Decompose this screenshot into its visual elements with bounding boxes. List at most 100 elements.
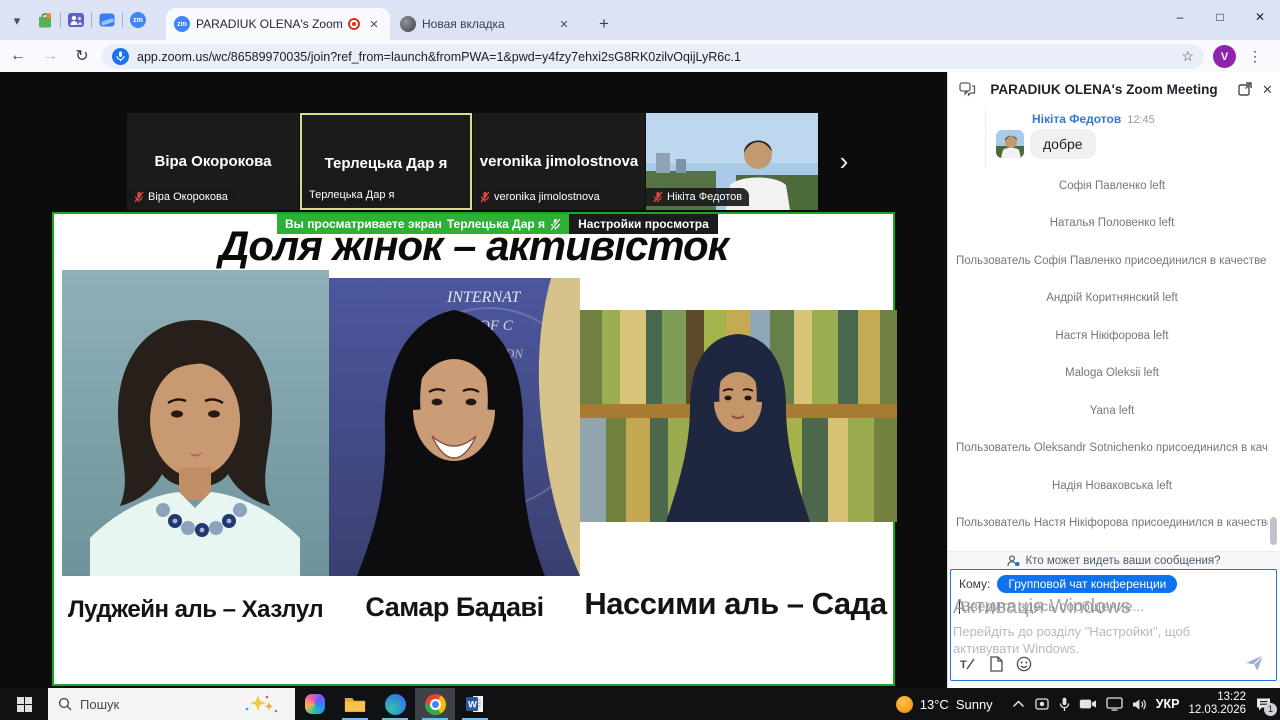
search-icon	[58, 697, 72, 711]
bookmark-star-icon[interactable]: ☆	[1181, 48, 1194, 65]
participant-label: Нікіта Федотов	[646, 188, 749, 206]
zoom-favicon: zm	[174, 16, 190, 32]
browser-toolbar: ← → ↻ app.zoom.us/wc/86589970035/join?re…	[0, 40, 1280, 72]
zoom-icon: zm	[130, 12, 146, 28]
recipient-row: Кому: Групповой чат конференции	[959, 575, 1177, 593]
participant-label: Віра Окорокова	[127, 188, 235, 206]
tab-close-button[interactable]: ✕	[556, 16, 572, 32]
view-options-button[interactable]: Настройки просмотра	[569, 214, 718, 234]
mic-muted-icon	[480, 191, 490, 203]
chrome-icon	[425, 694, 446, 715]
sun-icon	[896, 696, 913, 713]
to-label: Кому:	[959, 577, 990, 591]
photo-samar: INTERNAT OF C RDN	[329, 278, 580, 576]
new-tab-favicon	[400, 16, 416, 32]
person-name-2: Самар Бадаві	[329, 592, 580, 623]
svg-text:W: W	[468, 700, 477, 711]
pinned-tab-teams[interactable]	[61, 6, 91, 34]
next-participants-button[interactable]: ›	[833, 146, 855, 178]
taskbar-chrome-active[interactable]	[415, 688, 455, 720]
browser-tab-active[interactable]: zm PARADIUK OLENA's Zoom M ✕	[166, 8, 390, 40]
tab-title: PARADIUK OLENA's Zoom M	[196, 17, 342, 31]
pinned-tab-zoom[interactable]: zm	[123, 6, 153, 34]
mic-muted-icon	[653, 191, 663, 203]
taskbar-file-explorer[interactable]	[335, 688, 375, 720]
search-highlights-icon	[243, 694, 281, 714]
taskbar-weather[interactable]: 13°C Sunny	[896, 696, 993, 713]
tray-chevron-up-icon[interactable]	[1012, 700, 1025, 708]
format-text-icon[interactable]: T	[959, 656, 976, 672]
tray-mic-icon[interactable]	[1059, 697, 1070, 712]
pop-out-icon[interactable]	[1238, 82, 1252, 96]
chat-title: PARADIUK OLENA's Zoom Meeting	[988, 82, 1220, 97]
maximize-button[interactable]: □	[1200, 0, 1240, 34]
notification-center[interactable]: 1	[1255, 697, 1272, 712]
participant-name: Терлецька Дар я	[302, 155, 470, 172]
mic-muted-icon	[134, 191, 144, 203]
photo-nassima	[580, 310, 897, 522]
system-message: Maloga Oleksii left	[956, 367, 1268, 379]
teams-icon	[67, 11, 85, 29]
system-message: Пользователь Софія Павленко присоединилс…	[956, 255, 1268, 267]
message-input[interactable]: Введите здесь сообщение...	[959, 598, 1144, 614]
message-bubble: добре	[1030, 129, 1096, 159]
chat-bubbles-icon	[959, 82, 976, 97]
close-window-button[interactable]: ✕	[1240, 0, 1280, 34]
forward-button[interactable]: →	[36, 42, 64, 70]
svg-text:INTERNAT: INTERNAT	[446, 289, 521, 306]
back-button[interactable]: ←	[4, 42, 32, 70]
participant-tile-nikita[interactable]: Нікіта Федотов	[646, 113, 818, 210]
browser-profile-avatar[interactable]: V	[1213, 45, 1236, 68]
pinned-tab-app[interactable]	[92, 6, 122, 34]
screen: ▾	[0, 0, 1280, 720]
copilot-icon	[305, 694, 325, 714]
pinned-tab-store[interactable]	[30, 6, 60, 34]
address-bar[interactable]: app.zoom.us/wc/86589970035/join?ref_from…	[102, 44, 1204, 69]
store-icon	[36, 11, 54, 29]
taskbar-search-box[interactable]: Пошук	[48, 688, 295, 720]
share-banner-text: Вы просматриваете экран Терлецька Дар я	[277, 214, 569, 234]
new-tab-button[interactable]: +	[592, 12, 616, 36]
system-message: Надія Новаковська left	[956, 480, 1268, 492]
participant-name: Віра Окорокова	[127, 153, 299, 170]
minimize-button[interactable]: –	[1160, 0, 1200, 34]
start-button[interactable]	[0, 688, 48, 720]
reload-button[interactable]: ↻	[68, 42, 96, 70]
url-text: app.zoom.us/wc/86589970035/join?ref_from…	[137, 50, 1173, 64]
recipient-pill[interactable]: Групповой чат конференции	[997, 575, 1177, 593]
meet-now-icon[interactable]	[1034, 697, 1050, 711]
tray-display-icon[interactable]	[1106, 697, 1123, 711]
browser-tab-inactive[interactable]: Новая вкладка ✕	[392, 8, 580, 40]
message-avatar	[996, 130, 1024, 158]
word-icon: W	[465, 694, 485, 714]
tray-speaker-icon[interactable]	[1132, 698, 1147, 711]
close-chat-icon[interactable]: ✕	[1262, 82, 1273, 98]
participant-tile-terletska[interactable]: Терлецька Дар я Терлецька Дар я	[300, 113, 472, 210]
emoji-icon[interactable]	[1016, 656, 1032, 672]
person-name-3: Нассими аль – Сада	[574, 586, 897, 622]
taskbar: Пошук	[0, 688, 1280, 720]
system-message: Софія Павленко left	[956, 180, 1268, 192]
chat-composer: Кому: Групповой чат конференции Введите …	[950, 569, 1277, 681]
mic-muted-icon	[550, 218, 561, 231]
tab-close-button[interactable]: ✕	[366, 16, 382, 32]
tab-search-chevron-icon[interactable]: ▾	[6, 10, 28, 32]
window-controls: – □ ✕	[1160, 0, 1280, 34]
send-message-icon[interactable]	[1245, 654, 1264, 672]
chat-scrollbar[interactable]	[1270, 517, 1277, 545]
mic-permission-icon[interactable]	[112, 48, 129, 65]
taskbar-word[interactable]: W	[455, 688, 495, 720]
participant-label: Терлецька Дар я	[302, 186, 401, 204]
shared-screen: Доля жінок – активісток	[52, 212, 895, 686]
tray-camera-icon[interactable]	[1079, 698, 1097, 710]
taskbar-copilot[interactable]	[295, 688, 335, 720]
photo-loujain	[62, 270, 329, 576]
taskbar-clock[interactable]: 13:22 12.03.2026	[1188, 691, 1246, 717]
participant-tile-veronika[interactable]: veronika jimolostnova veronika jimolostn…	[473, 113, 645, 210]
language-indicator[interactable]: УКР	[1156, 697, 1180, 711]
participant-tile-vira[interactable]: Віра Окорокова Віра Окорокова	[127, 113, 299, 210]
participant-name: veronika jimolostnova	[473, 153, 645, 170]
attach-file-icon[interactable]	[989, 656, 1003, 672]
taskbar-edge[interactable]	[375, 688, 415, 720]
browser-menu-icon[interactable]: ⋮	[1244, 45, 1266, 67]
